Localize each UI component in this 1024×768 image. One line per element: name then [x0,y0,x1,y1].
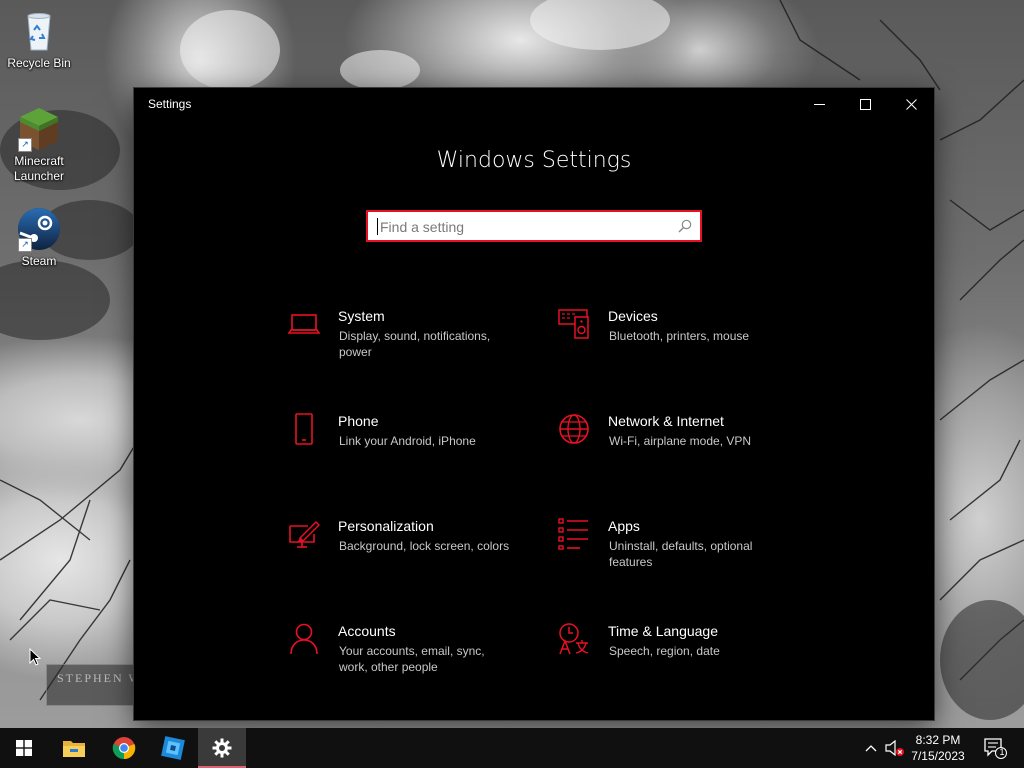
window-title: Settings [148,97,192,111]
tile-title: Devices [608,308,658,324]
settings-tile-personalization[interactable]: Personalization Background, lock screen,… [288,518,538,588]
notification-count: 1 [999,747,1005,757]
shortcut-arrow-icon: ↗ [18,238,32,252]
show-hidden-icons-button[interactable] [860,728,882,768]
clock-date: 7/15/2023 [911,749,965,763]
settings-window: Settings Windows Settings System Display… [134,88,934,720]
settings-tile-network[interactable]: Network & Internet Wi-Fi, airplane mode,… [558,413,808,483]
start-button[interactable] [0,728,48,768]
tile-title: Time & Language [608,623,718,639]
volume-muted-icon [885,740,904,756]
settings-tile-apps[interactable]: Apps Uninstall, defaults, optional featu… [558,518,808,588]
search-input[interactable] [378,212,672,242]
tile-description: Bluetooth, printers, mouse [609,329,750,343]
tile-description: Speech, region, date [609,644,720,658]
taskbar-chrome[interactable] [100,728,148,768]
page-title: Windows Settings [436,148,632,173]
time-language-icon [559,623,589,655]
settings-tile-devices[interactable]: Devices Bluetooth, printers, mouse [558,308,808,378]
tile-description: Your accounts, email, sync, work, other … [339,644,485,674]
minimize-icon [813,103,825,105]
tile-description: Wi-Fi, airplane mode, VPN [609,434,752,448]
settings-tile-accounts[interactable]: Accounts Your accounts, email, sync, wor… [288,623,538,693]
search-box[interactable] [366,210,702,242]
desktop-icon-minecraft-launcher[interactable]: ↗ Minecraft Launcher [2,106,76,184]
settings-tile-phone[interactable]: Phone Link your Android, iPhone [288,413,538,483]
tile-title: Accounts [338,623,396,639]
tile-description: Background, lock screen, colors [339,539,510,553]
tile-description: Link your Android, iPhone [339,434,476,448]
title-bar[interactable]: Settings [134,88,934,120]
apps-list-icon [558,518,588,550]
recycle-bin-icon [16,8,62,54]
minecraft-icon: ↗ [16,106,62,152]
windows-start-icon [16,740,32,756]
minimize-button[interactable] [796,88,842,120]
tile-description: Uninstall, defaults, optional features [609,539,753,569]
close-icon [905,98,917,110]
desktop-icon-label: Minecraft Launcher [13,154,65,183]
maximize-button[interactable] [842,88,888,120]
settings-gear-icon [212,738,232,758]
tile-title: Phone [338,413,379,429]
action-center-button[interactable]: 1 [978,728,1012,768]
system-clock[interactable]: 8:32 PM 7/15/2023 [904,732,972,764]
tile-title: Personalization [338,518,434,534]
taskbar: 8:32 PM 7/15/2023 1 [0,728,1024,768]
clock-time: 8:32 PM [915,733,961,747]
mouse-cursor-icon [29,648,41,666]
taskbar-roblox-studio[interactable] [149,728,197,768]
maximize-icon [859,98,871,110]
desktop-icon-steam[interactable]: ↗ Steam [2,206,76,269]
chrome-icon [112,737,136,760]
wallpaper-watermark: STEPHEN W [46,664,136,706]
shortcut-arrow-icon: ↗ [18,138,32,152]
settings-tile-time-language[interactable]: Time & Language Speech, region, date [558,623,808,693]
tile-title: Network & Internet [608,413,724,429]
chevron-up-icon [865,745,877,752]
volume-button[interactable] [882,728,906,768]
taskbar-settings[interactable] [198,728,246,768]
person-icon [290,623,318,655]
steam-icon: ↗ [16,206,62,252]
search-icon[interactable] [678,219,692,233]
close-button[interactable] [888,88,934,120]
tile-description: Display, sound, notifications, power [339,329,491,359]
globe-icon [559,414,589,444]
tile-title: System [338,308,385,324]
watermark-text: STEPHEN W [57,671,136,685]
roblox-studio-icon [161,736,185,760]
keyboard-speaker-icon [558,309,589,339]
paint-icon [289,520,320,548]
desktop-icon-recycle-bin[interactable]: Recycle Bin [2,8,76,71]
file-explorer-icon [63,741,85,757]
desktop-icon-label: Recycle Bin [7,56,71,70]
taskbar-file-explorer[interactable] [50,728,98,768]
tile-title: Apps [608,518,640,534]
settings-tile-system[interactable]: System Display, sound, notifications, po… [288,308,538,378]
phone-icon [295,413,313,445]
laptop-icon [288,314,320,334]
desktop-icon-label: Steam [21,254,57,268]
